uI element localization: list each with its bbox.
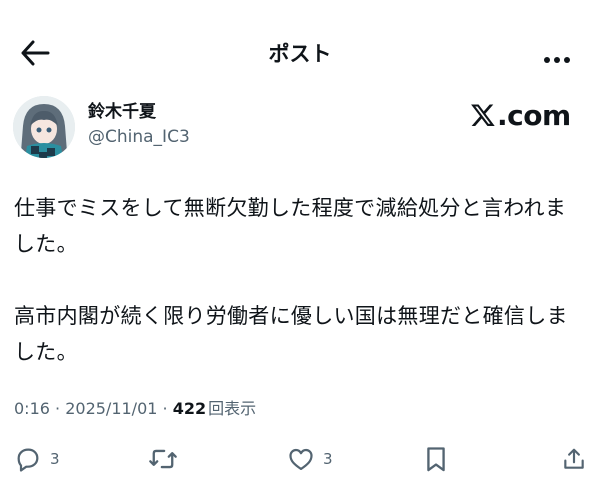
reply-button[interactable]: 3	[14, 445, 60, 473]
tweet-body: 仕事でミスをして無断欠勤した程度で減給処分と言われました。 高市内閣が続く限り労…	[14, 190, 586, 370]
tweet-paragraph: 高市内閣が続く限り労働者に優しい国は無理だと確信しました。	[14, 304, 568, 364]
tweet-paragraph: 仕事でミスをして無断欠勤した程度で減給処分と言われました。	[14, 196, 567, 256]
share-button[interactable]	[561, 445, 587, 473]
repost-icon	[149, 449, 177, 469]
like-button[interactable]: 3	[287, 445, 333, 473]
author-display-name[interactable]: 鈴木千夏	[88, 100, 156, 124]
reply-count: 3	[50, 450, 60, 468]
views-label: 回表示	[208, 399, 257, 418]
meta-separator: ·	[157, 399, 173, 418]
like-count: 3	[323, 450, 333, 468]
action-bar: 3 3	[0, 440, 600, 480]
tweet-time[interactable]: 0:16	[14, 399, 50, 418]
tweet-meta: 0:16 · 2025/11/01 · 422 回表示	[14, 398, 256, 420]
tweet-date[interactable]: 2025/11/01	[65, 399, 157, 418]
top-bar: ポスト	[0, 0, 600, 100]
avatar[interactable]	[13, 96, 75, 158]
avatar-image	[13, 96, 75, 158]
more-options-button[interactable]	[542, 50, 572, 63]
page-title: ポスト	[268, 42, 332, 66]
views-count: 422	[172, 399, 207, 418]
author-handle[interactable]: @China_IC3	[88, 125, 190, 149]
bookmark-button[interactable]	[424, 445, 448, 473]
x-com-watermark: .com	[470, 98, 571, 132]
watermark-text: .com	[497, 98, 571, 132]
repost-button[interactable]	[148, 445, 186, 473]
share-icon	[564, 448, 584, 469]
like-icon	[289, 448, 313, 471]
meta-separator: ·	[49, 399, 66, 418]
bookmark-icon	[427, 447, 445, 472]
reply-icon	[17, 448, 39, 472]
x-logo-icon	[471, 104, 495, 126]
more-horizontal-icon	[544, 57, 570, 63]
